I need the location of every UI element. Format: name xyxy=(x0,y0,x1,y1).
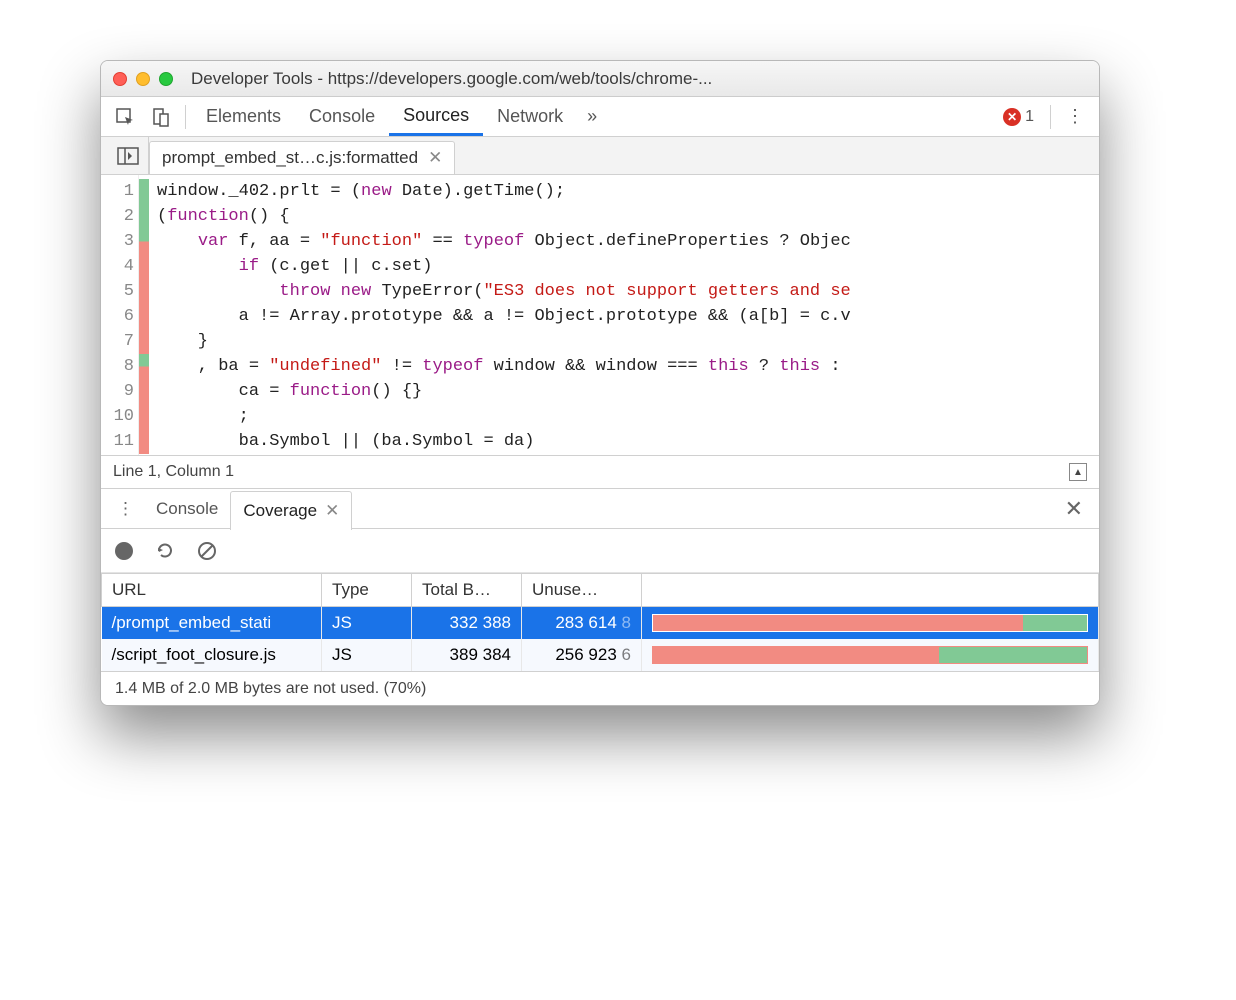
coverage-table: URL Type Total B… Unuse… /prompt_embed_s… xyxy=(101,573,1099,671)
coverage-header-row: URL Type Total B… Unuse… xyxy=(102,574,1099,607)
error-indicator[interactable]: ✕ 1 xyxy=(1003,108,1034,126)
error-count: 1 xyxy=(1025,108,1034,126)
window-title: Developer Tools - https://developers.goo… xyxy=(191,69,712,89)
coverage-summary-text: 1.4 MB of 2.0 MB bytes are not used. (70… xyxy=(115,680,426,698)
col-total[interactable]: Total B… xyxy=(412,574,522,607)
file-tabs-row: prompt_embed_st…c.js:formatted ✕ xyxy=(101,137,1099,175)
error-icon: ✕ xyxy=(1003,108,1021,126)
col-url[interactable]: URL xyxy=(102,574,322,607)
reload-icon[interactable] xyxy=(155,541,175,561)
coverage-row[interactable]: /prompt_embed_statiJS332 388283 614 8 xyxy=(102,607,1099,640)
coverage-row[interactable]: /script_foot_closure.jsJS389 384256 923 … xyxy=(102,639,1099,671)
code-editor[interactable]: 1234567891011 window._402.prlt = (new Da… xyxy=(101,175,1099,455)
navigator-toggle-icon[interactable] xyxy=(107,137,149,174)
close-drawer-icon[interactable]: ✕ xyxy=(1055,496,1093,522)
tabs-overflow-icon[interactable]: » xyxy=(577,106,607,127)
inspect-element-icon[interactable] xyxy=(107,107,143,127)
drawer-tab-console[interactable]: Console xyxy=(144,489,230,528)
zoom-window-button[interactable] xyxy=(159,72,173,86)
tab-console[interactable]: Console xyxy=(295,97,389,136)
main-tabbar: Elements Console Sources Network » ✕ 1 ⋮ xyxy=(101,97,1099,137)
file-tab[interactable]: prompt_embed_st…c.js:formatted ✕ xyxy=(149,141,455,174)
tab-network[interactable]: Network xyxy=(483,97,577,136)
drawer-tab-coverage[interactable]: Coverage ✕ xyxy=(230,491,352,530)
drawer-menu-icon[interactable]: ⋮ xyxy=(107,499,144,519)
code-content[interactable]: window._402.prlt = (new Date).getTime();… xyxy=(149,175,1099,455)
col-type[interactable]: Type xyxy=(322,574,412,607)
coverage-toolbar xyxy=(101,529,1099,573)
tab-elements[interactable]: Elements xyxy=(192,97,295,136)
collapse-drawer-icon[interactable]: ▲ xyxy=(1069,463,1087,481)
col-unused[interactable]: Unuse… xyxy=(522,574,642,607)
line-gutter: 1234567891011 xyxy=(101,175,139,455)
coverage-gutter xyxy=(139,175,149,455)
editor-status-bar: Line 1, Column 1 ▲ xyxy=(101,455,1099,489)
close-file-tab-icon[interactable]: ✕ xyxy=(428,148,442,168)
coverage-summary: 1.4 MB of 2.0 MB bytes are not used. (70… xyxy=(101,671,1099,705)
settings-kebab-icon[interactable]: ⋮ xyxy=(1057,106,1093,127)
clear-icon[interactable] xyxy=(197,541,217,561)
close-drawer-tab-icon[interactable]: ✕ xyxy=(325,501,339,521)
devtools-window: Developer Tools - https://developers.goo… xyxy=(100,60,1100,706)
device-toolbar-icon[interactable] xyxy=(143,107,179,127)
file-tab-label: prompt_embed_st…c.js:formatted xyxy=(162,148,418,168)
close-window-button[interactable] xyxy=(113,72,127,86)
titlebar: Developer Tools - https://developers.goo… xyxy=(101,61,1099,97)
col-bar[interactable] xyxy=(642,574,1099,607)
drawer-tab-label: Coverage xyxy=(243,501,317,521)
drawer-tabbar: ⋮ Console Coverage ✕ ✕ xyxy=(101,489,1099,529)
record-button[interactable] xyxy=(115,542,133,560)
cursor-position: Line 1, Column 1 xyxy=(113,463,234,481)
tab-sources[interactable]: Sources xyxy=(389,97,483,136)
traffic-lights xyxy=(113,72,173,86)
minimize-window-button[interactable] xyxy=(136,72,150,86)
